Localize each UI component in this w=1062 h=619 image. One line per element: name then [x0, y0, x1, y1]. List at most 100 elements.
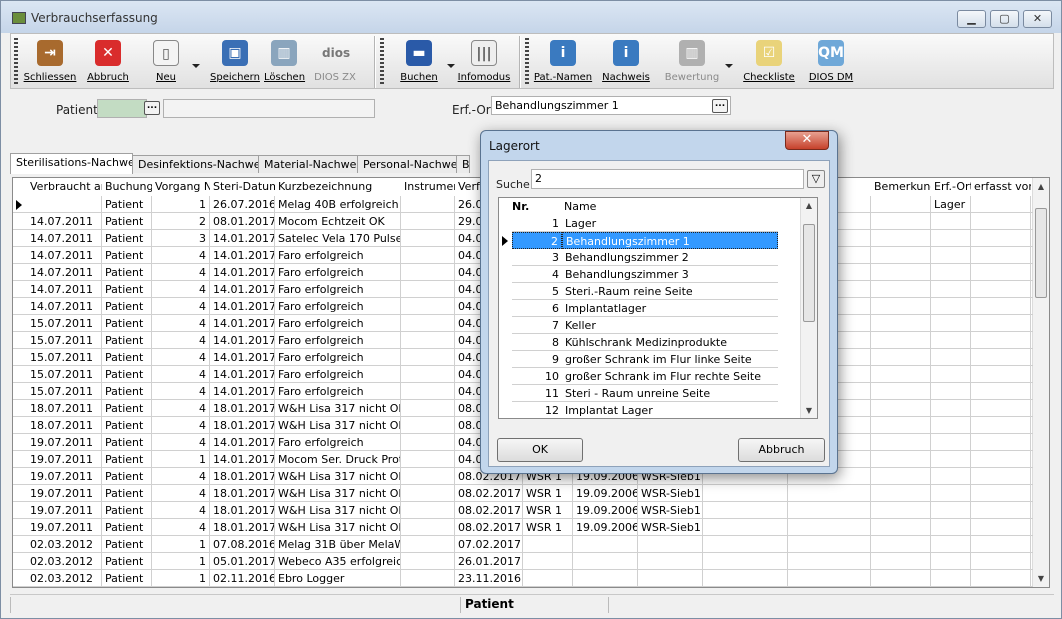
title-bar[interactable]: Verbrauchserfassung ▁ ▢ ✕ — [1, 1, 1061, 33]
list-item[interactable]: 4 Behandlungszimmer 3 — [499, 266, 779, 283]
table-cell: 14.01.2017 — [210, 281, 275, 298]
grid-column-header[interactable]: Bemerkung — [871, 178, 931, 196]
list-item[interactable]: 1 Lager — [499, 215, 779, 232]
minimize-button[interactable]: ▁ — [957, 10, 986, 28]
buchen-button[interactable]: ▬ Buchen — [391, 37, 447, 87]
neu-button[interactable]: ▯ Neu — [138, 37, 194, 87]
table-row[interactable]: 02.03.2012 Patient 1 05.01.2017 Webeco A35 e… — [13, 553, 1033, 570]
cancel-icon: ✕ — [95, 40, 121, 66]
list-item[interactable]: 2 Behandlungszimmer 1 — [499, 232, 779, 249]
table-cell: 18.01.2017 — [210, 485, 275, 502]
grid-column-header[interactable]: Buchung — [102, 178, 152, 196]
tab-desinfektions-nachweis[interactable]: Desinfektions-Nachweis — [132, 155, 259, 173]
list-item[interactable]: 5 Steri.-Raum reine Seite — [499, 283, 779, 300]
patient-lookup-button[interactable]: ... — [144, 101, 160, 115]
table-cell: 4 — [152, 332, 210, 349]
tab-be[interactable]: Be — [456, 155, 470, 173]
table-cell — [401, 213, 455, 230]
grid-column-header[interactable]: Vorgang Nr. — [152, 178, 210, 196]
grid-column-header[interactable]: erfasst von — [971, 178, 1031, 196]
dialog-close-button[interactable]: ✕ — [785, 131, 829, 150]
toolbar-grip[interactable] — [380, 38, 384, 86]
grid-column-header[interactable]: Kurzbezeichnung — [275, 178, 401, 196]
list-item[interactable]: 11 Steri - Raum unreine Seite — [499, 385, 779, 402]
table-row[interactable]: 19.07.2011 Patient 4 18.01.2017 W&H Lisa 317… — [13, 502, 1033, 519]
erf-ort-input[interactable]: Behandlungszimmer 1 — [491, 96, 731, 115]
toolbar-grip[interactable] — [525, 38, 529, 86]
table-cell: Patient — [102, 332, 152, 349]
table-row[interactable]: 19.07.2011 Patient 4 18.01.2017 W&H Lisa 317… — [13, 485, 1033, 502]
list-item[interactable]: 9 großer Schrank im Flur linke Seite — [499, 351, 779, 368]
table-cell — [573, 536, 638, 553]
list-item[interactable]: 6 Implantatlager — [499, 300, 779, 317]
maximize-button[interactable]: ▢ — [990, 10, 1019, 28]
location-list[interactable]: Nr. Name ▲ ▼ 1 Lager 2 Behandlungszimmer 13… — [498, 197, 818, 419]
patient-input[interactable] — [97, 99, 147, 118]
list-item[interactable]: 10 großer Schrank im Flur rechte Seite — [499, 368, 779, 385]
scroll-down-icon[interactable]: ▼ — [801, 406, 817, 415]
scroll-down-icon[interactable]: ▼ — [1033, 574, 1049, 583]
table-cell: 4 — [152, 434, 210, 451]
list-vertical-scrollbar[interactable]: ▲ ▼ — [800, 198, 817, 418]
nachweis-button[interactable]: i Nachweis — [599, 37, 653, 87]
table-cell — [401, 349, 455, 366]
ok-button[interactable]: OK — [497, 438, 583, 462]
dios-zx-button[interactable]: dios DIOS ZX — [311, 37, 359, 87]
book-dropdown-arrow[interactable] — [447, 64, 455, 68]
dialog-title: Lagerort — [489, 139, 540, 153]
rating-dropdown-arrow[interactable] — [725, 64, 733, 68]
table-cell: Faro erfolgreich — [275, 349, 401, 366]
l-schen-button[interactable]: ▥ Löschen — [264, 37, 306, 87]
table-cell — [523, 553, 573, 570]
table-cell — [788, 519, 871, 536]
infomodus-button[interactable]: ||| Infomodus — [457, 37, 511, 87]
table-cell: Patient — [102, 196, 152, 213]
cancel-button[interactable]: Abbruch — [738, 438, 825, 462]
scroll-thumb[interactable] — [803, 224, 815, 322]
tab-personal-nachweis[interactable]: Personal-Nachweis — [357, 155, 457, 173]
filter-icon[interactable]: ▽ — [807, 170, 825, 188]
scroll-up-icon[interactable]: ▲ — [1033, 182, 1049, 191]
list-item-name: Keller — [562, 317, 778, 334]
scroll-thumb[interactable] — [1035, 208, 1047, 298]
table-cell: 4 — [152, 485, 210, 502]
table-cell — [703, 502, 788, 519]
col-name-header[interactable]: Name — [561, 198, 776, 215]
grid-column-header[interactable]: Instrument — [401, 178, 455, 196]
checkliste-button[interactable]: ☑ Checkliste — [743, 37, 795, 87]
list-item[interactable]: 7 Keller — [499, 317, 779, 334]
grid-vertical-scrollbar[interactable]: ▲ ▼ — [1032, 178, 1049, 587]
table-cell — [971, 366, 1031, 383]
list-item[interactable]: 8 Kühlschrank Medizinprodukte — [499, 334, 779, 351]
list-item[interactable]: 12 Implantat Lager — [499, 402, 779, 418]
dios-dm-button[interactable]: QM DIOS DM — [803, 37, 859, 87]
table-cell: 15.07.2011 — [27, 383, 102, 400]
table-cell — [788, 570, 871, 587]
col-nr-header[interactable]: Nr. — [509, 198, 564, 215]
table-row[interactable]: 02.03.2012 Patient 1 02.11.2016 Ebro Logger 2… — [13, 570, 1033, 587]
tab-material-nachweis[interactable]: Material-Nachweis — [258, 155, 358, 173]
pat-namen-button[interactable]: i Pat.-Namen — [533, 37, 593, 87]
table-cell: Patient — [102, 349, 152, 366]
tab-sterilisations-nachweis[interactable]: Sterilisations-Nachweis — [10, 153, 133, 174]
close-button[interactable]: ✕ — [1023, 10, 1052, 28]
grid-column-header[interactable]: Erf.-Ort — [931, 178, 971, 196]
search-input[interactable]: 2 — [531, 169, 804, 189]
table-cell: 1 — [152, 196, 210, 213]
scroll-up-icon[interactable]: ▲ — [801, 201, 817, 210]
abbruch-button[interactable]: ✕ Abbruch — [80, 37, 136, 87]
schliessen-button[interactable]: ⇥ Schliessen — [21, 37, 79, 87]
erf-ort-lookup-button[interactable]: ... — [712, 99, 728, 113]
grid-column-header[interactable]: Verbraucht am — [27, 178, 102, 196]
speichern-button[interactable]: ▣ Speichern — [208, 37, 262, 87]
list-item[interactable]: 3 Behandlungszimmer 2 — [499, 249, 779, 266]
toolbar-grip[interactable] — [14, 38, 18, 86]
grid-column-header[interactable]: Steri-Datum — [210, 178, 275, 196]
table-cell: Patient — [102, 519, 152, 536]
table-row[interactable]: 19.07.2011 Patient 4 18.01.2017 W&H Lisa 317… — [13, 519, 1033, 536]
lagerort-dialog: Lagerort ✕ Suche 2 ▽ Nr. Name ▲ ▼ 1 Lager… — [480, 130, 838, 474]
table-cell: 14.01.2017 — [210, 383, 275, 400]
table-row[interactable]: 02.03.2012 Patient 1 07.08.2016 Melag 31B üb… — [13, 536, 1033, 553]
bewertung-button[interactable]: ▥ Bewertung — [664, 37, 720, 87]
toolbar-button-label: Löschen — [264, 72, 306, 83]
